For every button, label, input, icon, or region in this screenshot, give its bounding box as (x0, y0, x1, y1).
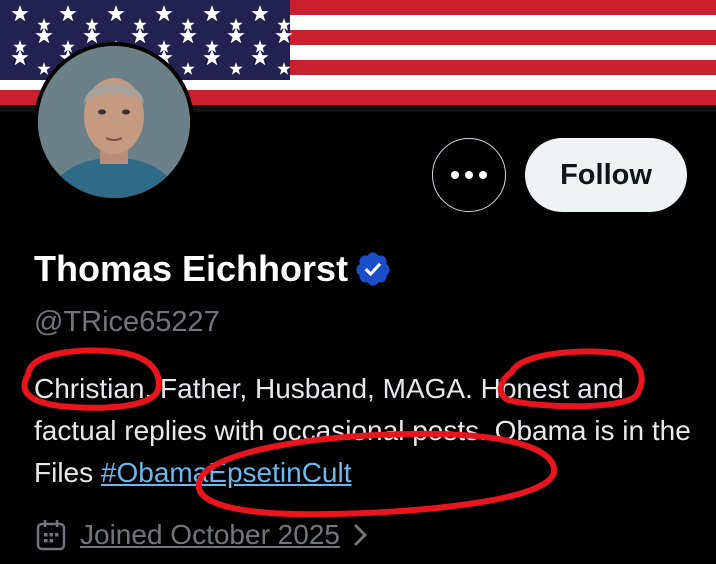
calendar-icon (36, 519, 66, 551)
bio: Christian, Father, Husband, MAGA. Honest… (34, 368, 694, 494)
bio-hashtag-link[interactable]: #ObamaEpsetinCult (101, 457, 352, 488)
more-options-button[interactable] (432, 138, 506, 212)
more-options-dot (465, 171, 473, 179)
joined-date-row[interactable]: Joined October 2025 (36, 519, 368, 551)
chevron-right-icon (352, 522, 368, 548)
follow-button[interactable]: Follow (525, 138, 687, 212)
display-name-row: Thomas Eichhorst (34, 248, 392, 290)
more-options-icon (451, 171, 459, 179)
profile-photo (38, 46, 190, 198)
display-name: Thomas Eichhorst (34, 248, 349, 289)
handle: @TRice65227 (34, 306, 220, 338)
more-options-dot (479, 171, 487, 179)
joined-date: Joined October 2025 (80, 519, 340, 550)
avatar[interactable] (34, 42, 194, 202)
verified-badge-icon[interactable] (354, 250, 392, 288)
